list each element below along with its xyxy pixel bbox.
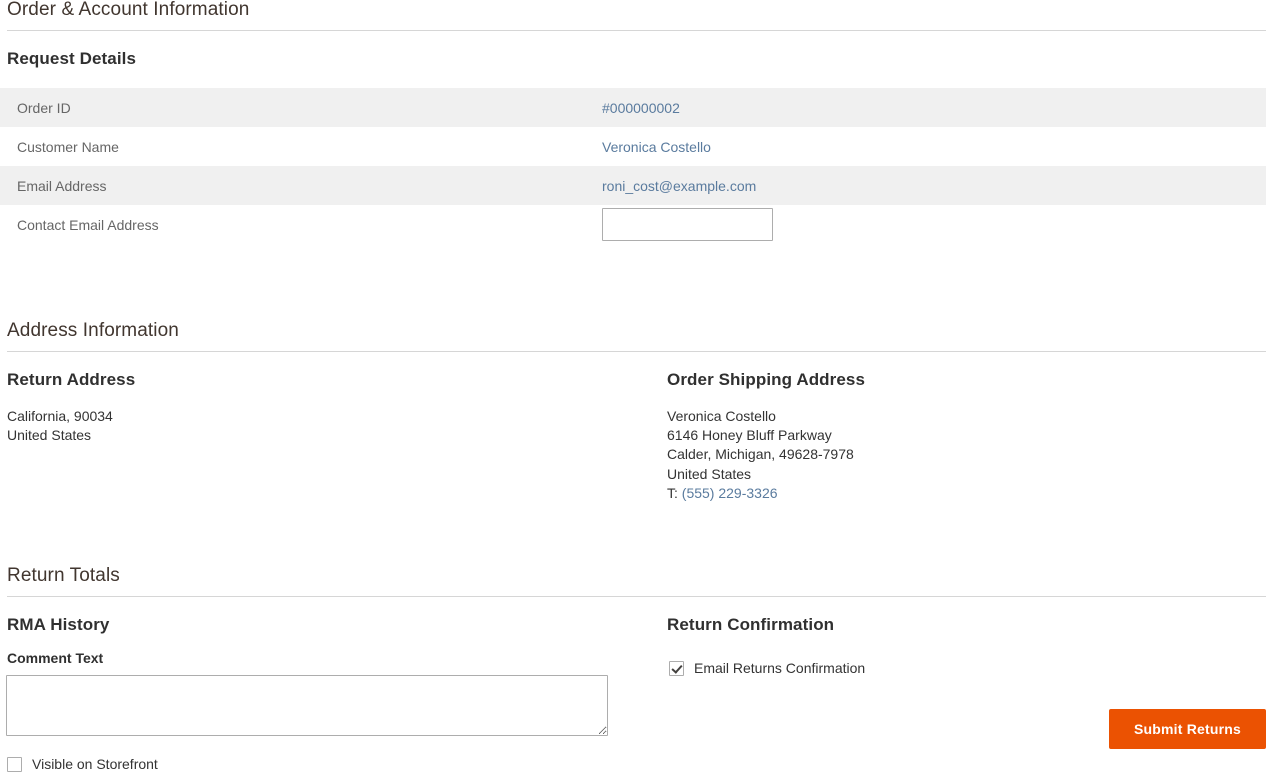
return-address-block: California, 90034 United States <box>7 407 113 445</box>
customer-name-link[interactable]: Veronica Costello <box>602 139 711 155</box>
section-legend-return-totals: Return Totals <box>7 565 1266 597</box>
contact-email-input[interactable] <box>602 208 773 241</box>
comment-text-textarea[interactable] <box>6 675 608 736</box>
return-address-line: United States <box>7 427 92 444</box>
shipping-address-line: United States <box>667 465 752 482</box>
subheading-rma-history: RMA History <box>7 615 110 634</box>
email-returns-confirmation-label[interactable]: Email Returns Confirmation <box>694 660 865 676</box>
subheading-return-confirmation: Return Confirmation <box>667 615 835 634</box>
row-label-email-address: Email Address <box>17 177 107 194</box>
submit-returns-button[interactable]: Submit Returns <box>1109 709 1266 749</box>
order-id-link[interactable]: #000000002 <box>602 100 680 116</box>
email-address-link[interactable]: roni_cost@example.com <box>602 178 756 194</box>
shipping-address-line: 6146 Honey Bluff Parkway <box>667 427 832 444</box>
phone-prefix-label: T: <box>667 484 678 501</box>
row-value-order-id: #000000002 <box>602 88 1266 127</box>
shipping-address-phone-line: T: (555) 229-3326 <box>667 484 854 503</box>
row-label-contact-email: Contact Email Address <box>17 216 159 233</box>
subheading-request-details: Request Details <box>7 49 137 68</box>
shipping-address-line: Veronica Costello <box>667 408 776 424</box>
row-value-customer-name: Veronica Costello <box>602 127 1266 166</box>
subheading-order-shipping-address: Order Shipping Address <box>667 370 866 389</box>
shipping-address-block: Veronica Costello 6146 Honey Bluff Parkw… <box>667 407 854 503</box>
row-value-email-address: roni_cost@example.com <box>602 166 1266 205</box>
section-legend-address-information: Address Information <box>7 320 1266 352</box>
visible-on-storefront-row[interactable]: Visible on Storefront <box>7 756 158 772</box>
table-row: Customer Name Veronica Costello <box>0 127 1266 166</box>
email-returns-confirmation-checkbox[interactable] <box>669 660 684 676</box>
table-row: Order ID #000000002 <box>0 88 1266 127</box>
shipping-address-line: Calder, Michigan, 49628-7978 <box>667 446 854 463</box>
return-address-line: California, 90034 <box>7 408 113 424</box>
email-returns-confirmation-row[interactable]: Email Returns Confirmation <box>669 660 865 676</box>
row-label-order-id: Order ID <box>17 99 71 116</box>
table-row: Contact Email Address <box>0 205 1266 244</box>
row-label-customer-name: Customer Name <box>17 138 119 155</box>
section-legend-order-account: Order & Account Information <box>7 0 1266 31</box>
phone-number-link[interactable]: (555) 229-3326 <box>682 485 778 501</box>
visible-on-storefront-label[interactable]: Visible on Storefront <box>32 756 158 772</box>
row-value-contact-email <box>602 205 1266 244</box>
table-row: Email Address roni_cost@example.com <box>0 166 1266 205</box>
comment-text-label: Comment Text <box>7 650 104 666</box>
visible-on-storefront-checkbox[interactable] <box>7 756 22 772</box>
request-details-table: Order ID #000000002 Customer Name Veroni… <box>0 88 1266 244</box>
rma-edit-page: Order & Account Information Request Deta… <box>0 0 1274 778</box>
subheading-return-address: Return Address <box>7 370 136 389</box>
